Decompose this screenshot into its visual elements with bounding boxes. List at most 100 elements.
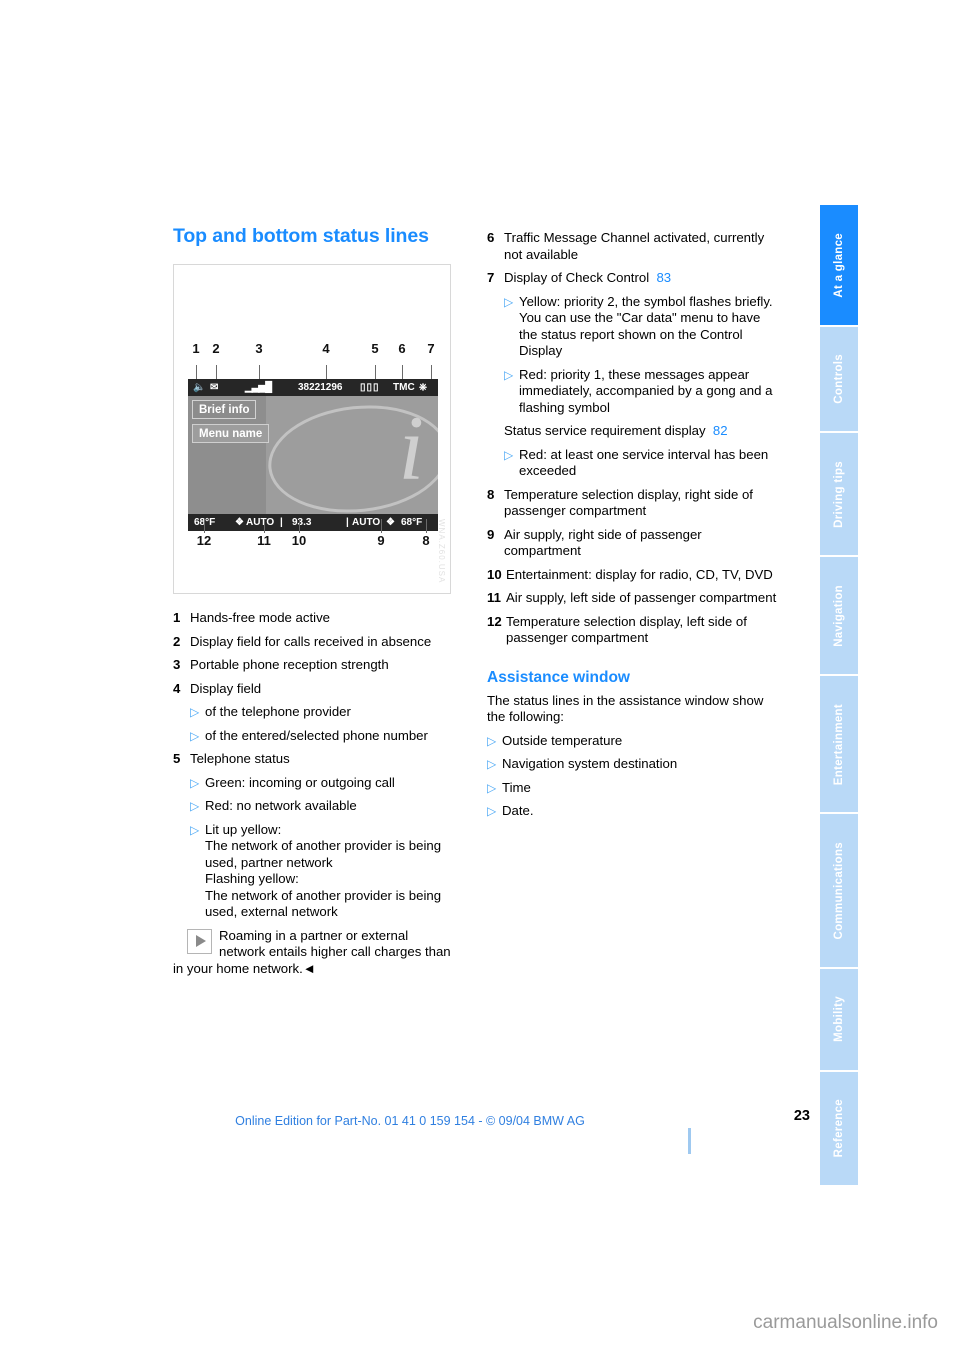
tab-label: Mobility [833, 996, 845, 1043]
item-number: 1 [173, 610, 181, 625]
tab-label: Driving tips [833, 460, 845, 528]
sidebar-item-mobility[interactable]: Mobility [820, 968, 858, 1072]
sub-bullet: ▷ Date. [487, 803, 782, 820]
list-item: 3 Portable phone reception strength [173, 657, 453, 674]
sidebar-item-controls[interactable]: Controls [820, 326, 858, 434]
tmc-label: TMC [393, 382, 415, 393]
sub-bullet: ▷ of the entered/selected phone number [190, 728, 453, 745]
item-text: Display field [190, 680, 262, 696]
list-item: 1 Hands-free mode active [173, 610, 453, 627]
triangle-bullet-icon: ▷ [190, 775, 200, 790]
sub-bullet: ▷ Yellow: priority 2, the symbol flashes… [504, 294, 782, 360]
temp-right-text: 68°F [401, 517, 423, 528]
list-item: 9 Air supply, right side of passenger co… [487, 527, 782, 560]
item-text: Display of Check Control 83 [504, 270, 782, 287]
item-text: Entertainment: display for radio, CD, TV… [506, 566, 773, 582]
triangle-right-icon [187, 928, 212, 954]
callout-11: 11 [257, 533, 271, 548]
edition-line: Online Edition for Part-No. 01 41 0 159 … [235, 1114, 585, 1128]
sub-bullet-text: Red: no network available [205, 798, 357, 813]
sub-bullet: ▷ Red: priority 1, these messages appear… [504, 367, 782, 417]
list-item: 11 Air supply, left side of passenger co… [487, 590, 782, 607]
leader-10 [299, 519, 300, 533]
sub-bullet: ▷ of the telephone provider [190, 704, 453, 721]
menu-name-chip: Menu name [192, 424, 270, 443]
triangle-bullet-icon: ▷ [487, 780, 497, 795]
display-top-status-bar: 🔈 ✉ ▁▃▅█ 38221296 ▯▯▯ TMC ⎈ [188, 379, 438, 396]
sub-bullet-text: Green: incoming or outgoing call [205, 774, 395, 790]
leader-6 [402, 365, 403, 379]
display-bottom-status-bar: 68°F ❖ AUTO | 93.3 | AUTO ❖ 68°F [188, 514, 438, 531]
sidebar-item-communications[interactable]: Communications [820, 814, 858, 969]
figure-code: WNA.Z60.USA [437, 518, 446, 583]
page-reference-link[interactable]: 83 [656, 270, 671, 285]
leader-2 [216, 365, 217, 379]
sidebar-item-at-a-glance[interactable]: At a glance [820, 205, 858, 327]
footer-tick-mark [688, 1128, 691, 1154]
item-label: Display of Check Control [504, 270, 650, 285]
sidebar-item-reference[interactable]: Reference [820, 1071, 858, 1186]
sub-bullet-text: Date. [502, 803, 534, 818]
phone-number-text: 38221296 [298, 382, 343, 393]
leader-3 [259, 365, 260, 379]
item-text: Telephone status [190, 751, 290, 766]
item-text: Air supply, left side of passenger compa… [506, 590, 777, 605]
info-i-glyph: i [398, 397, 424, 499]
status-service-line: Status service requirement display 82 [504, 423, 782, 440]
item-number: 8 [487, 486, 495, 502]
right-column: 6 Traffic Message Channel activated, cur… [487, 230, 782, 827]
item-text: Portable phone reception strength [190, 657, 389, 672]
callout-2: 2 [212, 341, 220, 356]
sub-bullet: ▷ Time [487, 780, 782, 797]
triangle-bullet-icon: ▷ [190, 728, 200, 743]
leader-9 [381, 519, 382, 533]
item-number: 4 [173, 680, 181, 696]
item-number: 5 [173, 751, 181, 766]
tab-label: At a glance [833, 232, 845, 298]
sub-bullet: ▷ Lit up yellow: The network of another … [190, 822, 453, 921]
triangle-bullet-icon: ▷ [504, 367, 514, 382]
footer: Online Edition for Part-No. 01 41 0 159 … [0, 1112, 820, 1130]
check-control-car-icon: ⎈ [419, 382, 427, 393]
fan-left-icon: ❖ [235, 517, 244, 528]
idrive-display-figure: 1 2 3 4 5 6 7 🔈 ✉ ▁▃▅█ 38221296 ▯▯▯ TMC … [173, 264, 451, 594]
frequency-text: 93.3 [292, 517, 312, 528]
tab-label: Reference [833, 1099, 845, 1158]
item-text: Temperature selection display, right sid… [504, 486, 753, 519]
triangle-bullet-icon: ▷ [504, 294, 514, 309]
sub-bullet-text: Red: at least one service interval has b… [519, 446, 769, 479]
page-title: Top and bottom status lines [173, 225, 429, 247]
signal-strength-icon: ▁▃▅█ [245, 382, 272, 393]
leader-1 [196, 365, 197, 379]
chapter-tabs: At a glance Controls Driving tips Naviga… [820, 205, 858, 1186]
item-text: Display field for calls received in abse… [190, 633, 432, 649]
sub-bullet-text: of the telephone provider [205, 704, 351, 719]
page-content: Top and bottom status lines 1 2 3 4 5 6 [0, 0, 820, 1358]
list-item: 2 Display field for calls received in ab… [173, 634, 453, 651]
list-item: 5 Telephone status [173, 751, 453, 768]
sidebar-item-navigation[interactable]: Navigation [820, 557, 858, 677]
list-item: 8 Temperature selection display, right s… [487, 487, 782, 520]
triangle-bullet-icon: ▷ [487, 733, 497, 748]
handsfree-speaker-icon: 🔈 [193, 382, 206, 393]
sidebar-item-entertainment[interactable]: Entertainment [820, 676, 858, 815]
assistance-intro: The status lines in the assistance windo… [487, 692, 764, 725]
site-watermark: carmanualsonline.info [753, 1312, 938, 1333]
sidebar-item-driving-tips[interactable]: Driving tips [820, 433, 858, 558]
callout-7: 7 [427, 341, 435, 356]
sub-bullet-text: of the entered/selected phone number [205, 727, 428, 743]
triangle-bullet-icon: ▷ [190, 822, 200, 837]
item-number: 11 [487, 590, 501, 605]
callout-8: 8 [422, 533, 430, 548]
page-reference-link[interactable]: 82 [713, 423, 728, 438]
item-text: Traffic Message Channel activated, curre… [504, 230, 765, 262]
sub-bullet: ▷ Navigation system destination [487, 756, 782, 773]
item-number: 3 [173, 657, 181, 672]
tab-label: Entertainment [833, 703, 845, 785]
display-screen: 🔈 ✉ ▁▃▅█ 38221296 ▯▯▯ TMC ⎈ i Brief info [188, 379, 438, 531]
sub-bullet-text: Navigation system destination [502, 756, 678, 771]
triangle-bullet-icon: ▷ [190, 799, 200, 813]
separator-right: | [346, 517, 349, 528]
tab-label: Communications [833, 841, 845, 940]
note-end-mark: ◄ [302, 960, 316, 976]
